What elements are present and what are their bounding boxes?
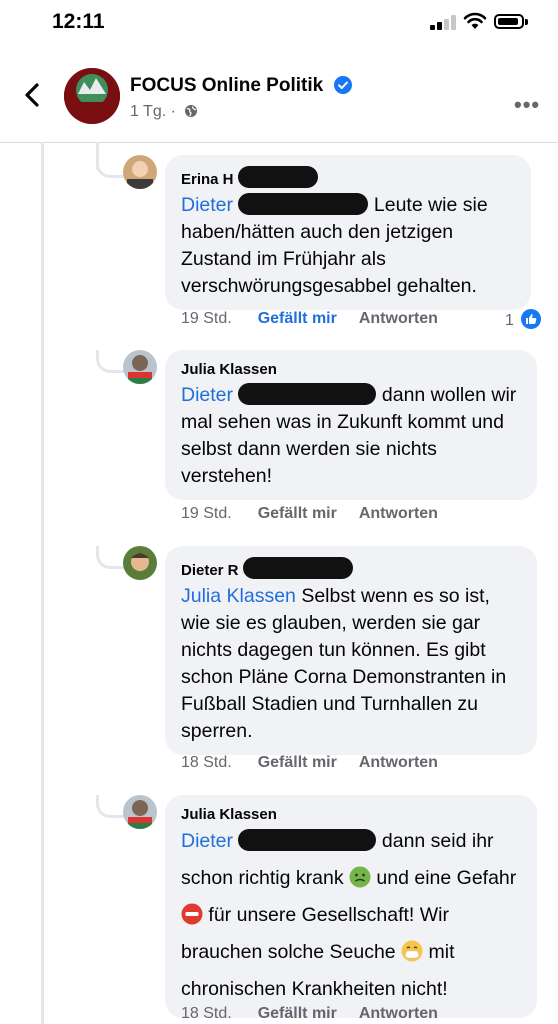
avatar[interactable]	[123, 546, 157, 580]
avatar[interactable]	[123, 795, 157, 829]
comment-author[interactable]: Dieter R	[181, 562, 239, 579]
comment-bubble[interactable]: Julia Klassen Dieter dann wollen wir mal…	[165, 350, 537, 500]
globe-icon	[185, 105, 198, 117]
comment-time: 18 Std.	[181, 1005, 232, 1022]
cellular-signal-icon	[430, 14, 456, 30]
like-button[interactable]: Gefällt mir	[258, 310, 337, 328]
avatar[interactable]	[123, 155, 157, 189]
avatar[interactable]	[123, 350, 157, 384]
comment-text: Dieter dann wollen wir mal sehen was in …	[181, 383, 517, 487]
thumbs-up-icon	[521, 309, 542, 329]
status-bar: 12:11	[0, 0, 558, 46]
face-with-mask-icon	[401, 940, 423, 962]
battery-icon	[494, 14, 524, 29]
status-time: 12:11	[52, 10, 105, 33]
comment-bubble[interactable]: Erina H Dieter Leute wie sie haben/hätte…	[165, 155, 531, 310]
reply-button[interactable]: Antworten	[359, 754, 438, 772]
mention-link[interactable]: Dieter	[181, 830, 233, 852]
comment-bubble[interactable]: Dieter R Julia Klassen Selbst wenn es so…	[165, 546, 537, 755]
redaction	[238, 383, 377, 405]
comment-author[interactable]: Erina H	[181, 171, 234, 188]
mention-link[interactable]: Dieter	[181, 194, 233, 216]
comment-time: 19 Std.	[181, 310, 232, 327]
comment-text: Dieter Leute wie sie haben/hätten auch d…	[181, 193, 488, 297]
reply-button[interactable]: Antworten	[359, 505, 438, 523]
redaction	[238, 829, 377, 851]
page-title[interactable]: FOCUS Online Politik	[130, 75, 353, 97]
comment-text: Dieter dann seid ihr schon richtig krank…	[181, 829, 517, 1000]
comment-actions: 19 Std. Gefällt mir Antworten	[181, 505, 438, 523]
mention-link[interactable]: Dieter	[181, 384, 233, 406]
comment-bubble[interactable]: Julia Klassen Dieter dann seid ihr schon…	[165, 795, 537, 1018]
comment-time: 18 Std.	[181, 754, 232, 771]
comment-author[interactable]: Julia Klassen	[181, 361, 521, 378]
like-button[interactable]: Gefällt mir	[258, 754, 337, 772]
comment-text: Julia Klassen Selbst wenn es so ist, wie…	[181, 585, 507, 742]
comment-actions: 18 Std. Gefällt mir Antworten	[181, 754, 438, 772]
comment-time: 19 Std.	[181, 505, 232, 522]
no-entry-icon	[181, 903, 203, 925]
mention-link[interactable]: Julia Klassen	[181, 585, 296, 607]
comment-author[interactable]: Julia Klassen	[181, 806, 521, 823]
reply-button[interactable]: Antworten	[359, 310, 438, 328]
comment-actions: 18 Std. Gefällt mir Antworten	[181, 1005, 438, 1023]
verified-badge-icon	[334, 76, 353, 94]
chevron-left-icon[interactable]	[20, 80, 46, 110]
thread-line	[41, 142, 44, 1024]
comment-actions: 19 Std. Gefällt mir Antworten	[181, 310, 438, 328]
nauseated-face-icon	[349, 866, 371, 888]
reply-button[interactable]: Antworten	[359, 1005, 438, 1023]
wifi-icon	[463, 12, 487, 29]
redaction	[242, 557, 353, 579]
like-button[interactable]: Gefällt mir	[258, 1005, 337, 1023]
redaction	[237, 166, 318, 188]
redaction	[238, 193, 369, 215]
post-header: FOCUS Online Politik 1 Tg. · •••	[0, 56, 558, 143]
page-avatar[interactable]	[64, 68, 120, 124]
like-button[interactable]: Gefällt mir	[258, 505, 337, 523]
reaction-summary[interactable]: 1	[505, 309, 542, 330]
more-horizontal-icon[interactable]: •••	[514, 92, 540, 118]
post-meta: 1 Tg. ·	[130, 103, 198, 121]
